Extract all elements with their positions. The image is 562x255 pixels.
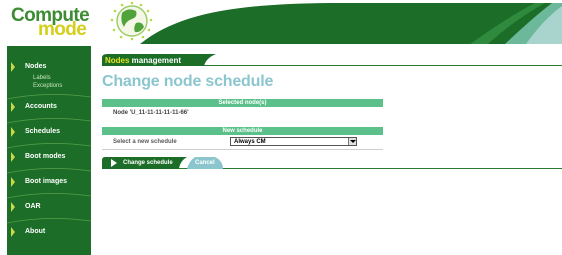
app-logo[interactable]: Compute mode bbox=[11, 6, 90, 40]
arrow-right-icon bbox=[11, 227, 15, 237]
sidebar-item-label: Boot images bbox=[25, 178, 68, 185]
sidebar-item-about[interactable]: About bbox=[7, 224, 91, 242]
page-title: Change node schedule bbox=[102, 73, 274, 90]
chevron-down-icon[interactable] bbox=[348, 138, 356, 145]
new-schedule-header: New schedule bbox=[102, 127, 383, 135]
section-title-highlight: Nodes bbox=[105, 56, 130, 65]
schedule-select-label: Select a new schedule bbox=[113, 139, 177, 145]
sidebar: Nodes Labels Exceptions Accounts Schedul… bbox=[7, 46, 91, 255]
section-title: Nodes management bbox=[105, 56, 181, 65]
sidebar-item-label: Boot modes bbox=[25, 153, 66, 160]
main-content: Nodes management Change node schedule Se… bbox=[91, 46, 562, 255]
sidebar-subitem-exceptions[interactable]: Exceptions bbox=[33, 83, 62, 89]
cancel-button[interactable]: Cancel bbox=[187, 157, 223, 169]
sidebar-item-label: Schedules bbox=[25, 128, 61, 135]
globe-logo-icon bbox=[110, 1, 153, 41]
change-schedule-label: Change schedule bbox=[123, 160, 173, 166]
sidebar-item-label: Accounts bbox=[25, 103, 57, 110]
arrow-right-icon bbox=[11, 202, 15, 212]
arrow-right-icon bbox=[11, 62, 15, 72]
play-icon bbox=[111, 159, 117, 167]
arrow-right-icon bbox=[11, 102, 15, 112]
schedule-select-value: Always CM bbox=[234, 139, 266, 145]
arrow-right-icon bbox=[11, 177, 15, 187]
sidebar-subitem-labels[interactable]: Labels bbox=[33, 75, 51, 81]
arrow-right-icon bbox=[11, 152, 15, 162]
section-title-rest: management bbox=[129, 56, 182, 65]
sidebar-item-label: Nodes bbox=[25, 63, 47, 70]
selected-node-item: Node 'U_11-11-11-11-11-66' bbox=[113, 110, 189, 116]
arrow-right-icon bbox=[11, 127, 15, 137]
change-schedule-button[interactable]: Change schedule bbox=[102, 157, 187, 169]
cancel-label: Cancel bbox=[195, 160, 215, 166]
selected-nodes-header: Selected node(s) bbox=[102, 99, 383, 107]
logo-word-mode: mode bbox=[38, 19, 87, 40]
sidebar-item-label: About bbox=[25, 228, 46, 235]
sidebar-item-label: OAR bbox=[25, 203, 41, 210]
form-divider bbox=[102, 149, 383, 150]
schedule-select[interactable]: Always CM bbox=[230, 137, 357, 146]
app-header: Compute mode bbox=[0, 0, 562, 44]
